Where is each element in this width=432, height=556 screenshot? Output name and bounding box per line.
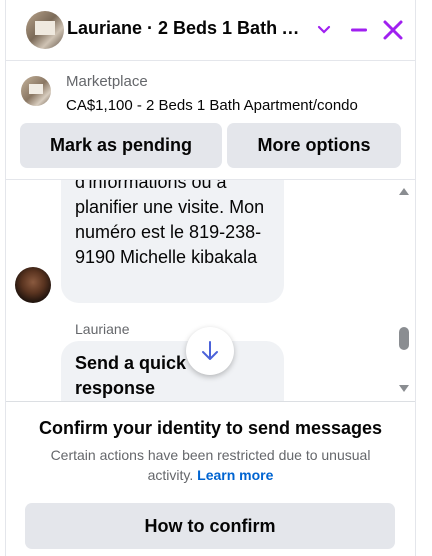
scroll-to-bottom-button[interactable] — [186, 327, 234, 375]
scrollbar-thumb[interactable] — [399, 327, 409, 350]
message-list[interactable]: d'informations ou à planifier une visite… — [6, 180, 415, 401]
quick-response-bubble: Send a quick response — [61, 341, 284, 401]
divider — [6, 401, 415, 402]
chat-panel: Lauriane · 2 Beds 1 Bath Apartment/condo… — [5, 0, 416, 556]
scroll-down-arrow-icon[interactable] — [398, 384, 410, 394]
chevron-down-icon[interactable] — [311, 17, 337, 43]
chat-header: Lauriane · 2 Beds 1 Bath Apartment/condo — [6, 0, 415, 61]
more-options-button[interactable]: More options — [227, 123, 401, 168]
arrow-down-icon — [202, 341, 218, 360]
sender-avatar[interactable] — [15, 267, 51, 303]
chat-title[interactable]: Lauriane · 2 Beds 1 Bath Apartment/condo — [67, 18, 312, 39]
messages-scrollbar[interactable] — [394, 180, 414, 401]
mark-pending-button[interactable]: Mark as pending — [20, 123, 222, 168]
sender-name: Lauriane — [75, 321, 130, 337]
listing-avatar[interactable] — [26, 11, 64, 49]
listing-price-title: CA$1,100 - 2 Beds 1 Bath Apartment/condo — [66, 97, 358, 114]
scroll-up-arrow-icon[interactable] — [398, 186, 410, 196]
how-to-confirm-button[interactable]: How to confirm — [25, 503, 395, 549]
listing-summary[interactable]: Marketplace CA$1,100 - 2 Beds 1 Bath Apa… — [6, 62, 415, 120]
close-icon[interactable] — [380, 17, 406, 43]
received-message-bubble: d'informations ou à planifier une visite… — [61, 180, 284, 303]
received-message-text: d'informations ou à planifier une visite… — [75, 180, 265, 267]
learn-more-link[interactable]: Learn more — [197, 467, 273, 483]
confirm-identity-title: Confirm your identity to send messages — [38, 418, 383, 438]
restriction-notice: Certain actions have been restricted due… — [36, 445, 385, 485]
minimize-icon[interactable] — [346, 17, 372, 43]
listing-source: Marketplace — [66, 73, 148, 90]
listing-thumbnail — [21, 76, 51, 106]
quick-response-text: Send a quick response — [75, 353, 187, 398]
